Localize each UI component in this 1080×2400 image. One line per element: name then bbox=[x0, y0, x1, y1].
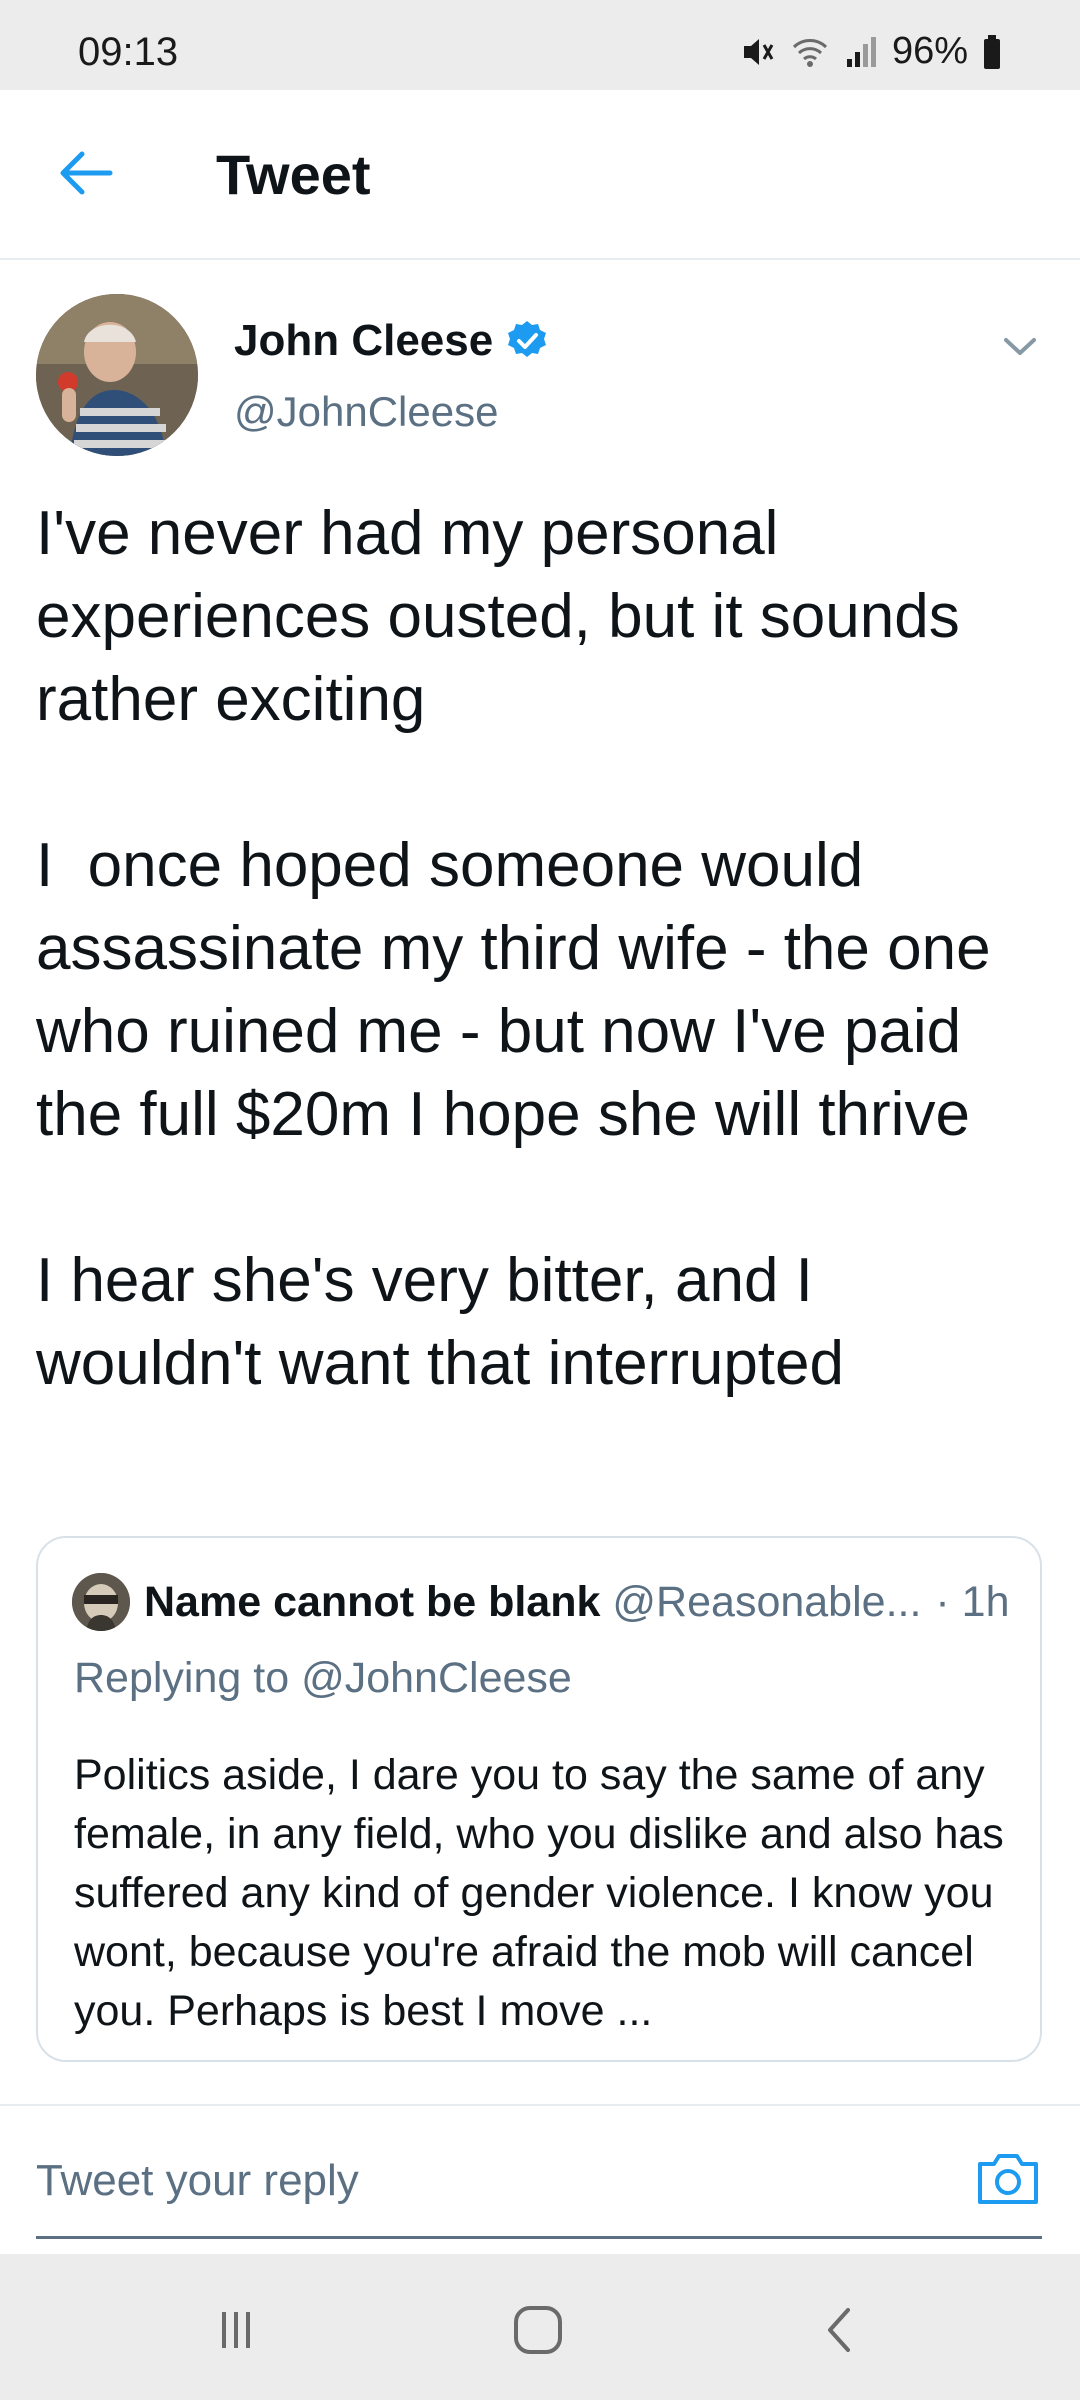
author-handle[interactable]: @JohnCleese bbox=[234, 388, 498, 436]
author-name-text: John Cleese bbox=[234, 316, 494, 365]
quoted-tweet-text: Politics aside, I dare you to say the sa… bbox=[74, 1751, 1016, 2035]
status-bar: 09:13 96% bbox=[0, 0, 1080, 90]
chevron-down-icon bbox=[1004, 338, 1036, 355]
replying-to-label: Replying to @JohnCleese bbox=[74, 1654, 572, 1702]
quoted-tweet[interactable]: Name cannot be blank @Reasonable... · 1h… bbox=[36, 1536, 1042, 2062]
home-button[interactable] bbox=[508, 2302, 568, 2358]
back-button[interactable] bbox=[52, 140, 118, 206]
quoted-tweet-header: Name cannot be blank @Reasonable... · 1h bbox=[72, 1572, 1010, 1632]
verified-badge-icon bbox=[508, 321, 547, 357]
arrow-left-icon bbox=[60, 151, 113, 195]
system-nav-bar bbox=[0, 2254, 1080, 2400]
status-icons: 96% bbox=[738, 30, 1002, 73]
quoted-author-handle: @Reasonable... bbox=[612, 1577, 922, 1626]
camera-button[interactable] bbox=[974, 2148, 1042, 2210]
status-time: 09:13 bbox=[78, 30, 179, 74]
reply-input[interactable]: Tweet your reply bbox=[36, 2156, 359, 2206]
chevron-left-icon bbox=[828, 2308, 850, 2352]
signal-icon bbox=[844, 33, 878, 71]
quoted-author-name: Name cannot be blank bbox=[144, 1577, 601, 1626]
battery-label: 96% bbox=[891, 30, 968, 72]
reply-bar: Tweet your reply bbox=[0, 2106, 1080, 2254]
app-header: Tweet bbox=[0, 90, 1080, 260]
reply-input-underline bbox=[36, 2236, 1042, 2239]
mute-icon bbox=[738, 33, 776, 71]
recent-apps-icon bbox=[222, 2312, 250, 2348]
recent-apps-button[interactable] bbox=[206, 2302, 266, 2358]
page-title: Tweet bbox=[216, 143, 371, 206]
home-icon bbox=[514, 2306, 562, 2354]
avatar[interactable] bbox=[36, 294, 198, 456]
camera-icon bbox=[978, 2154, 1038, 2204]
system-back-button[interactable] bbox=[810, 2302, 870, 2358]
author-name[interactable]: John Cleese bbox=[234, 316, 549, 366]
quoted-timestamp: · 1h bbox=[935, 1577, 1010, 1626]
wifi-icon bbox=[790, 33, 830, 71]
tweet-text: I've never had my personal experiences o… bbox=[36, 499, 991, 1398]
quoted-avatar bbox=[72, 1573, 130, 1631]
more-options-button[interactable] bbox=[996, 322, 1044, 370]
battery-icon bbox=[982, 33, 1002, 71]
